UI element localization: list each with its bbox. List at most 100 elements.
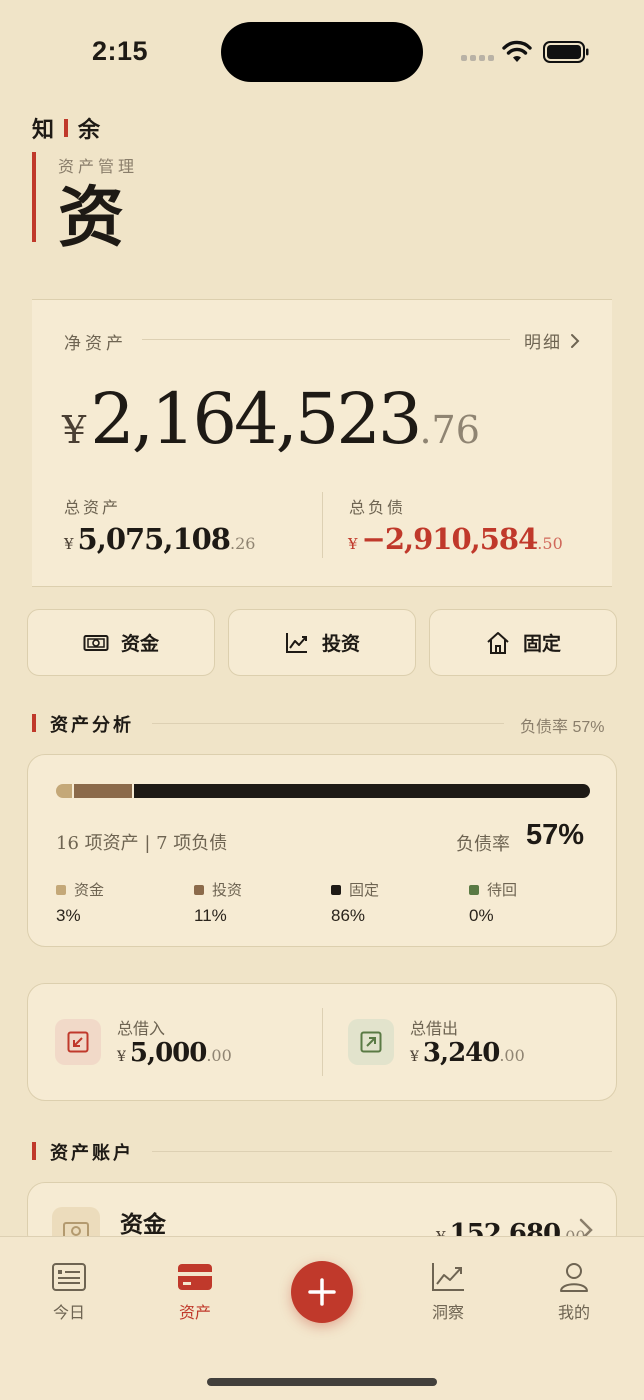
legend-label: 投资 xyxy=(212,882,243,899)
borrowed-in-decimal: .00 xyxy=(206,1046,232,1065)
analysis-section-title: 资产分析 xyxy=(50,715,134,735)
legend-percent: 0% xyxy=(469,906,494,925)
total-liabilities-label: 总负债 xyxy=(349,500,407,517)
total-liabilities-amount: ¥ −2,910,584 .50 xyxy=(348,522,563,556)
borrowed-in-integer: 5,000 xyxy=(129,1038,207,1068)
divider-line xyxy=(152,1151,612,1152)
card-icon xyxy=(178,1264,212,1290)
currency-symbol: ¥ xyxy=(410,1049,419,1065)
lent-out-integer: 3,240 xyxy=(422,1038,500,1068)
legend-label: 待回 xyxy=(487,882,518,899)
news-icon xyxy=(52,1263,86,1291)
currency-symbol: ¥ xyxy=(62,408,87,452)
tab-bar: 今日 资产 洞察 我的 xyxy=(0,1236,644,1400)
lent-out-amount: ¥ 3,240 .00 xyxy=(410,1038,525,1068)
legend-percent: 3% xyxy=(56,906,81,925)
tab-label: 今日 xyxy=(52,1305,85,1322)
brand-divider xyxy=(64,119,69,137)
net-assets-detail-link[interactable]: 明细 xyxy=(524,328,580,353)
legend-item-invest: 投资 11% xyxy=(194,879,242,926)
cash-icon xyxy=(83,634,109,651)
brand-right: 余 xyxy=(78,117,101,142)
tab-assets[interactable]: 资产 xyxy=(153,1261,237,1323)
wifi-icon xyxy=(502,40,532,62)
tab-insight[interactable]: 洞察 xyxy=(406,1261,490,1323)
section-accent-bar xyxy=(32,714,36,732)
net-assets-amount: ¥ 2,164,523 .76 xyxy=(62,378,480,460)
debt-ratio-header: 负债率 57% xyxy=(520,719,605,736)
tab-label: 我的 xyxy=(557,1305,590,1322)
category-fixed-button[interactable]: 固定 xyxy=(429,609,617,676)
category-label: 投资 xyxy=(321,634,360,655)
trend-icon xyxy=(432,1263,464,1291)
lend-out-button[interactable] xyxy=(348,1019,394,1065)
divider-line xyxy=(142,339,510,340)
net-assets-decimal: .76 xyxy=(419,408,480,452)
legend-swatch xyxy=(56,884,66,895)
arrow-up-right-icon xyxy=(360,1031,382,1053)
bar-segment xyxy=(56,784,72,798)
battery-icon xyxy=(543,41,589,63)
accounts-section-title: 资产账户 xyxy=(50,1143,134,1163)
borrowing-card: 总借入 ¥ 5,000 .00 总借出 ¥ 3,240 .00 xyxy=(27,983,617,1101)
account-name: 资金 xyxy=(120,1211,166,1237)
legend-item-fixed: 固定 86% xyxy=(331,879,379,926)
arrow-down-left-icon xyxy=(67,1031,89,1053)
status-time: 2:15 xyxy=(92,36,149,66)
analysis-card: 16 项资产 | 7 项负债 负债率 57% 资金 3% 投资 11% 固定 8… xyxy=(27,754,617,947)
asset-count-text: 16 项资产 | 7 项负债 xyxy=(56,833,228,854)
legend-percent: 11% xyxy=(194,906,227,925)
net-assets-label: 净资产 xyxy=(64,334,127,353)
legend-label: 固定 xyxy=(349,882,380,899)
category-invest-button[interactable]: 投资 xyxy=(228,609,416,676)
divider-line xyxy=(152,723,504,724)
total-liabilities-integer: −2,910,584 xyxy=(361,522,539,556)
bar-segment xyxy=(73,784,133,798)
section-accent-bar xyxy=(32,1142,36,1160)
header-accent-bar xyxy=(32,152,36,242)
lent-out-decimal: .00 xyxy=(499,1046,525,1065)
currency-symbol: ¥ xyxy=(117,1049,126,1065)
chevron-right-icon xyxy=(571,333,580,348)
brand-logo: 知 余 xyxy=(32,112,100,144)
borrowed-in-amount: ¥ 5,000 .00 xyxy=(117,1038,232,1068)
tab-me[interactable]: 我的 xyxy=(532,1261,616,1323)
total-assets-decimal: .26 xyxy=(230,534,256,553)
asset-composition-bar xyxy=(56,784,590,798)
legend-item-cash: 资金 3% xyxy=(56,879,104,926)
legend-swatch xyxy=(331,884,341,895)
legend-label: 资金 xyxy=(74,882,105,899)
detail-label: 明细 xyxy=(524,333,562,352)
dynamic-island xyxy=(221,22,423,82)
debt-ratio-value: 57% xyxy=(526,819,585,851)
tab-today[interactable]: 今日 xyxy=(27,1261,111,1323)
currency-symbol: ¥ xyxy=(348,535,358,553)
divider-line xyxy=(322,1008,323,1076)
page-subtitle: 资产管理 xyxy=(58,159,139,176)
category-cash-button[interactable]: 资金 xyxy=(27,609,215,676)
legend-swatch xyxy=(194,884,204,895)
divider-line xyxy=(322,492,323,558)
tab-label: 洞察 xyxy=(431,1305,464,1322)
page-title: 资 xyxy=(58,178,124,256)
net-assets-integer: 2,164,523 xyxy=(90,378,422,460)
plus-icon xyxy=(308,1278,336,1306)
total-assets-integer: 5,075,108 xyxy=(77,522,231,556)
add-button[interactable] xyxy=(291,1261,353,1323)
category-label: 资金 xyxy=(120,634,159,655)
total-assets-label: 总资产 xyxy=(64,500,122,517)
lent-out-label: 总借出 xyxy=(410,1021,459,1038)
currency-symbol: ¥ xyxy=(64,535,74,553)
home-indicator xyxy=(207,1378,437,1386)
borrow-in-button[interactable] xyxy=(55,1019,101,1065)
total-assets-amount: ¥ 5,075,108 .26 xyxy=(64,522,255,556)
total-liabilities-decimal: .50 xyxy=(537,534,563,553)
bar-segment xyxy=(134,784,590,798)
signal-icon xyxy=(461,55,494,61)
legend-percent: 86% xyxy=(331,906,366,925)
chart-line-icon xyxy=(285,632,307,653)
debt-ratio-label: 负债率 xyxy=(456,834,510,854)
tab-label: 资产 xyxy=(178,1305,211,1322)
person-icon xyxy=(560,1263,588,1292)
home-icon xyxy=(487,631,509,654)
